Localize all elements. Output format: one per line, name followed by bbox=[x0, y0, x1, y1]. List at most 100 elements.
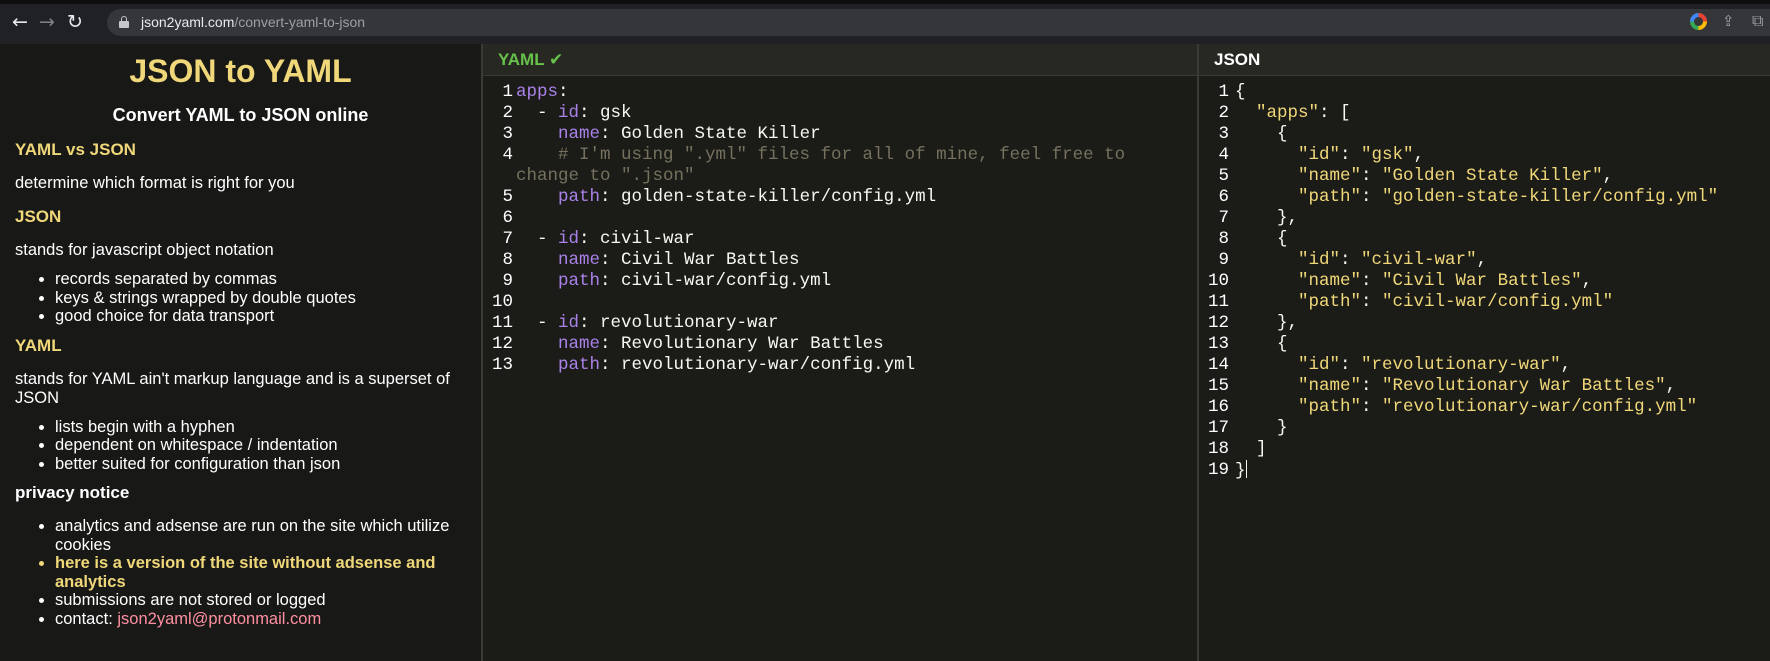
code-line[interactable]: - id: gsk bbox=[516, 103, 632, 124]
code-token: id bbox=[558, 229, 580, 249]
code-token: id bbox=[558, 313, 580, 333]
extensions-icon[interactable]: ⧉ bbox=[1752, 11, 1763, 31]
code-token: : Civil War Battles bbox=[600, 250, 800, 270]
code-line[interactable]: "name": "Civil War Battles", bbox=[1235, 271, 1592, 292]
code-line[interactable]: ] bbox=[1235, 439, 1267, 460]
line-number: 9 bbox=[502, 271, 513, 291]
code-line[interactable]: } bbox=[1235, 460, 1247, 482]
code-line[interactable]: name: Civil War Battles bbox=[516, 250, 800, 271]
line-number: 9 bbox=[1218, 250, 1229, 270]
code-line[interactable]: { bbox=[1235, 124, 1288, 145]
code-token: "path" bbox=[1298, 397, 1362, 417]
code-line[interactable]: "apps": [ bbox=[1235, 103, 1351, 124]
code-line[interactable]: - id: civil-war bbox=[516, 229, 695, 250]
code-token: - bbox=[516, 103, 559, 123]
code-line[interactable]: }, bbox=[1235, 313, 1298, 334]
code-token: path bbox=[558, 355, 601, 375]
code-token: : Revolutionary War Battles bbox=[600, 334, 884, 354]
code-token: # I'm using ".yml" files for all of mine… bbox=[516, 145, 1126, 165]
code-line[interactable]: "name": "Golden State Killer", bbox=[1235, 166, 1613, 187]
code-token: : civil-war bbox=[579, 229, 695, 249]
line-number: 6 bbox=[502, 208, 513, 228]
code-line[interactable]: - id: revolutionary-war bbox=[516, 313, 779, 334]
code-line[interactable]: change to ".json" bbox=[516, 166, 695, 187]
code-line[interactable]: apps: bbox=[516, 82, 569, 103]
line-number: 2 bbox=[502, 103, 513, 123]
line-number: 11 bbox=[1207, 292, 1229, 312]
page-subtitle: Convert YAML to JSON online bbox=[112, 105, 369, 125]
code-token: "id" bbox=[1298, 355, 1341, 375]
code-token: , bbox=[1581, 271, 1593, 291]
valid-check-icon: ✔ bbox=[549, 50, 564, 70]
list-item: records separated by commas bbox=[55, 270, 466, 289]
code-line[interactable]: { bbox=[1235, 334, 1288, 355]
line-number: 11 bbox=[491, 313, 513, 333]
tab-strip-edge bbox=[0, 0, 1770, 4]
line-number: 15 bbox=[1207, 376, 1229, 396]
code-token: : revolutionary-war bbox=[579, 313, 779, 333]
forward-icon[interactable]: → bbox=[36, 11, 58, 33]
share-icon[interactable]: ⇪ bbox=[1722, 11, 1735, 31]
code-token: , bbox=[1413, 145, 1425, 165]
json-panel-header: JSON bbox=[1199, 44, 1770, 76]
code-token: change to ".json" bbox=[516, 166, 695, 186]
code-line[interactable]: "path": "civil-war/config.yml" bbox=[1235, 292, 1613, 313]
yaml-panel-title: YAML bbox=[498, 50, 545, 69]
code-line[interactable]: "path": "golden-state-killer/config.yml" bbox=[1235, 187, 1718, 208]
code-token: "Revolutionary War Battles" bbox=[1382, 376, 1666, 396]
code-token: : bbox=[1361, 271, 1383, 291]
json-editor[interactable]: 1{2 "apps": [3 {4 "id": "gsk", 5 "name": … bbox=[1199, 76, 1770, 481]
line-number: 10 bbox=[491, 292, 513, 312]
url-text[interactable]: json2yaml.com/convert-yaml-to-json bbox=[141, 14, 365, 31]
code-token: "name" bbox=[1298, 271, 1362, 291]
code-token: : bbox=[1361, 376, 1383, 396]
code-token: { bbox=[1235, 124, 1288, 144]
code-line[interactable]: path: golden-state-killer/config.yml bbox=[516, 187, 936, 208]
code-token: "id" bbox=[1298, 250, 1341, 270]
code-token: : bbox=[1340, 145, 1362, 165]
line-number: 3 bbox=[502, 124, 513, 144]
code-line[interactable]: "path": "revolutionary-war/config.yml" bbox=[1235, 397, 1697, 418]
yaml-vs-json-heading[interactable]: YAML vs JSON bbox=[15, 140, 466, 160]
code-token: path bbox=[558, 187, 601, 207]
line-number: 18 bbox=[1207, 439, 1229, 459]
line-number: 2 bbox=[1218, 103, 1229, 123]
list-item: keys & strings wrapped by double quotes bbox=[55, 289, 466, 308]
no-ads-version-link[interactable]: here is a version of the site without ad… bbox=[55, 554, 466, 591]
reload-icon[interactable]: ↻ bbox=[64, 11, 86, 33]
code-token: : bbox=[1361, 187, 1383, 207]
line-number: 3 bbox=[1218, 124, 1229, 144]
address-bar[interactable]: json2yaml.com/convert-yaml-to-json bbox=[107, 9, 1770, 36]
json-heading[interactable]: JSON bbox=[15, 207, 466, 227]
code-token: : revolutionary-war/config.yml bbox=[600, 355, 916, 375]
code-line[interactable]: name: Golden State Killer bbox=[516, 124, 821, 145]
code-line[interactable]: name: Revolutionary War Battles bbox=[516, 334, 884, 355]
code-token: "Golden State Killer" bbox=[1382, 166, 1603, 186]
code-line[interactable]: { bbox=[1235, 229, 1288, 250]
code-line[interactable]: "id": "revolutionary-war", bbox=[1235, 355, 1571, 376]
code-line[interactable]: "id": "civil-war", bbox=[1235, 250, 1487, 271]
line-number: 7 bbox=[502, 229, 513, 249]
code-line[interactable]: }, bbox=[1235, 208, 1298, 229]
code-line[interactable]: # I'm using ".yml" files for all of mine… bbox=[516, 145, 1125, 166]
code-token: }, bbox=[1235, 208, 1299, 228]
list-item: submissions are not stored or logged bbox=[55, 591, 466, 610]
lock-icon[interactable] bbox=[119, 16, 129, 28]
code-line[interactable]: { bbox=[1235, 82, 1246, 103]
code-line[interactable]: "name": "Revolutionary War Battles", bbox=[1235, 376, 1676, 397]
code-token: : bbox=[1361, 292, 1383, 312]
code-token: - bbox=[516, 313, 559, 333]
yaml-heading[interactable]: YAML bbox=[15, 336, 466, 356]
code-line[interactable]: path: revolutionary-war/config.yml bbox=[516, 355, 915, 376]
google-icon[interactable] bbox=[1690, 13, 1707, 30]
contact-email-link[interactable]: json2yaml@protonmail.com bbox=[117, 610, 321, 628]
yaml-editor[interactable]: 1 apps: 2 - id: gsk 3 name: Golden State Ki… bbox=[483, 76, 1197, 375]
list-item: dependent on whitespace / indentation bbox=[55, 436, 466, 455]
yaml-panel: YAML ✔ 1 apps: 2 - id: gsk 3 name: Golden S… bbox=[483, 44, 1197, 661]
back-icon[interactable]: ← bbox=[9, 11, 31, 33]
code-line[interactable]: "id": "gsk", bbox=[1235, 145, 1424, 166]
contact-item: contact: json2yaml@protonmail.com bbox=[55, 610, 466, 629]
code-line[interactable]: path: civil-war/config.yml bbox=[516, 271, 831, 292]
code-line[interactable]: } bbox=[1235, 418, 1288, 439]
